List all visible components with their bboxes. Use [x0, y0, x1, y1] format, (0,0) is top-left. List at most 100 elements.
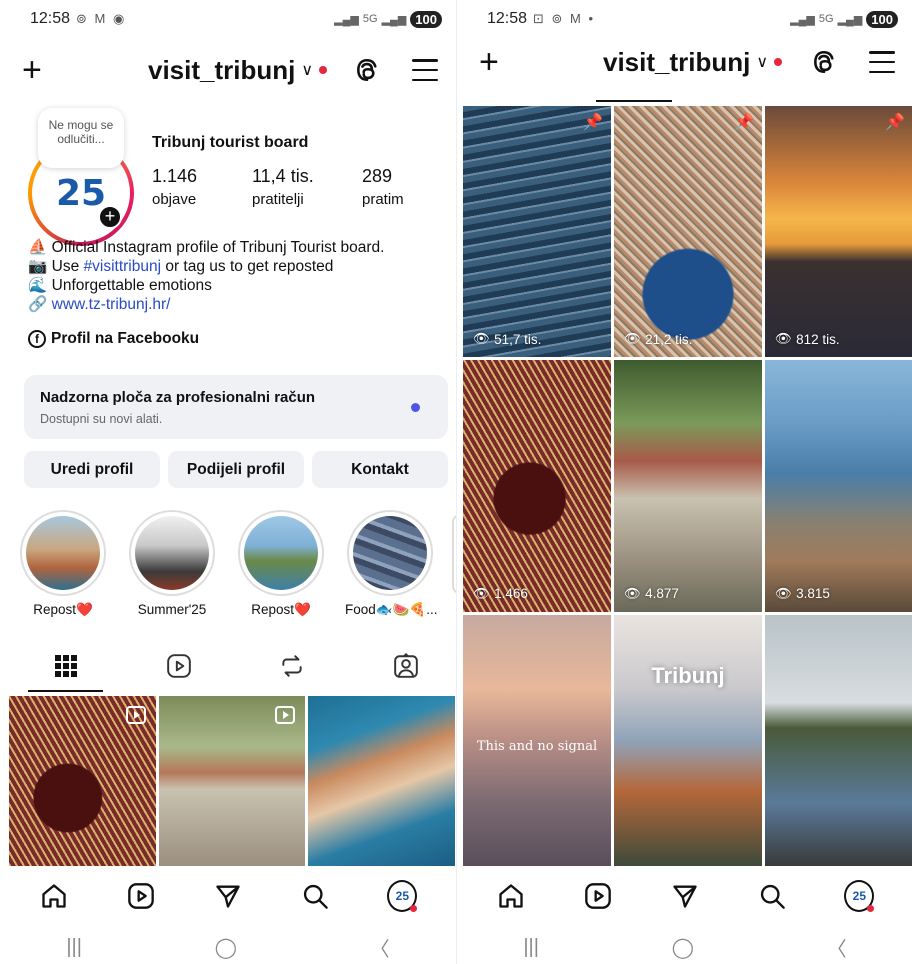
dashboard-new-dot — [411, 403, 420, 412]
grid-post[interactable]: 👁 4.877 — [614, 360, 762, 612]
bio-hashtag[interactable]: #visittribunj — [84, 258, 162, 275]
wave-emoji-icon: 🌊 — [28, 277, 48, 294]
notification-dot — [774, 58, 783, 66]
reels-nav-tab[interactable] — [126, 881, 156, 911]
account-switcher[interactable]: visit_tribunj ∨ — [603, 46, 783, 78]
reels-nav-tab[interactable] — [583, 881, 613, 911]
bio-line-2-pre: Use — [51, 258, 84, 275]
followers-count: 11,4 tis. — [252, 166, 314, 186]
search-icon — [761, 884, 785, 909]
bottom-navigation: 25 — [0, 868, 456, 924]
highlight-cover — [26, 516, 100, 590]
profile-header: + visit_tribunj ∨ — [457, 40, 912, 84]
bio-line-3: Unforgettable emotions — [51, 277, 212, 294]
eye-icon: 👁 — [473, 331, 491, 347]
posts-grid: 📌 👁 51,7 tis. 📌 👁 21,2 tis. 📌 👁 812 tis. 👁 1… — [463, 106, 912, 866]
reels-nav-icon — [584, 883, 611, 909]
grid-post[interactable]: 📌 👁 51,7 tis. — [463, 106, 611, 358]
tab-grid[interactable] — [52, 652, 80, 680]
grid-post[interactable]: 👁 3.815 — [765, 360, 912, 612]
following-stat[interactable]: 289 pratim — [362, 166, 432, 208]
dashboard-title: Nadzorna ploča za profesionalni račun — [40, 389, 316, 406]
tab-reposts[interactable] — [278, 652, 306, 680]
recents-icon[interactable]: ||| — [66, 936, 82, 959]
direct-messages-tab[interactable] — [670, 881, 700, 911]
bio-line-1: Official Instagram profile of Tribunj To… — [51, 239, 385, 256]
tab-reels[interactable] — [165, 652, 193, 680]
reel-badge-icon — [125, 706, 146, 724]
status-bar: 12:58 ⊡ ⊚ M • ▂▄▆ 5G ▂▄▆ 100 — [457, 0, 912, 38]
grid-post[interactable]: This and no signal — [463, 614, 611, 866]
home-circle-icon[interactable]: ◯ — [215, 935, 237, 960]
notification-icons: ⊡ ⊚ M • — [533, 11, 596, 26]
hamburger-menu-icon[interactable] — [869, 51, 895, 73]
grid-post[interactable]: 👁 1.466 — [463, 360, 611, 612]
view-count: 👁 51,7 tis. — [473, 331, 541, 347]
share-profile-button[interactable]: Podijeli profil — [168, 451, 304, 488]
signal-icon-2: ▂▄▆ — [837, 13, 863, 26]
bottom-navigation: 25 — [457, 868, 912, 924]
search-tab[interactable] — [757, 881, 787, 911]
story-highlight[interactable]: Food🐟🍉🍕... — [345, 510, 437, 618]
eye-icon: 👁 — [775, 331, 793, 347]
post-thumbnail[interactable] — [308, 696, 456, 866]
tab-tagged[interactable] — [392, 652, 420, 680]
bio-website-link[interactable]: www.tz-tribunj.hr/ — [52, 296, 171, 313]
home-tab[interactable] — [496, 881, 526, 911]
back-icon[interactable]: 〈 — [827, 933, 847, 962]
profile-bio: ⛵ Official Instagram profile of Tribunj … — [28, 238, 384, 314]
grid-post[interactable]: 📌 👁 21,2 tis. — [614, 106, 762, 358]
story-highlight[interactable]: Repost❤️ — [236, 510, 326, 618]
facebook-profile-link[interactable]: f Profil na Facebooku — [28, 330, 199, 348]
eye-icon: 👁 — [473, 585, 491, 601]
create-plus-icon[interactable]: + — [22, 53, 42, 87]
story-highlight[interactable]: Repost❤️ — [18, 510, 108, 618]
status-time: 12:58 — [30, 10, 71, 27]
highlight-cover — [135, 516, 209, 590]
post-thumbnail[interactable] — [158, 696, 306, 866]
story-highlight[interactable]: Summer'25 — [127, 510, 217, 617]
system-navigation: ||| ◯ 〈 — [457, 930, 912, 964]
account-switcher[interactable]: visit_tribunj ∨ — [148, 55, 328, 86]
grid-icon — [55, 655, 77, 677]
create-plus-icon[interactable]: + — [479, 45, 499, 79]
profile-header: + visit_tribunj ∨ — [0, 48, 456, 92]
profile-tab[interactable]: 25 — [387, 880, 418, 912]
posts-label: objave — [152, 191, 197, 208]
network-type: 5G — [818, 13, 834, 25]
add-story-icon[interactable]: + — [98, 205, 122, 229]
recents-icon[interactable]: ||| — [523, 936, 539, 959]
followers-stat[interactable]: 11,4 tis. pratitelji — [252, 166, 352, 208]
post-thumbnail[interactable] — [9, 696, 156, 866]
status-time: 12:58 — [487, 10, 528, 27]
threads-icon[interactable] — [354, 57, 380, 83]
contact-button[interactable]: Kontakt — [312, 451, 448, 488]
professional-dashboard-card[interactable]: Nadzorna ploča za profesionalni račun Do… — [24, 375, 448, 439]
home-circle-icon[interactable]: ◯ — [672, 935, 694, 960]
username: visit_tribunj — [603, 46, 751, 77]
send-icon — [216, 885, 240, 908]
direct-messages-tab[interactable] — [213, 881, 243, 911]
hamburger-menu-icon[interactable] — [412, 59, 438, 81]
search-tab[interactable] — [300, 881, 330, 911]
threads-icon[interactable] — [811, 49, 837, 75]
home-tab[interactable] — [39, 881, 69, 911]
grid-post[interactable] — [765, 614, 912, 866]
eye-icon: 👁 — [775, 585, 793, 601]
edit-profile-button[interactable]: Uredi profil — [24, 451, 160, 488]
notification-dot — [319, 66, 328, 74]
signal-icon-2: ▂▄▆ — [381, 13, 407, 26]
posts-grid-preview — [9, 696, 456, 866]
followers-label: pratitelji — [252, 191, 304, 208]
profile-avatar-icon: 25 — [387, 880, 418, 912]
note-bubble[interactable]: Ne mogu se odlučiti... — [38, 108, 124, 168]
back-icon[interactable]: 〈 — [370, 933, 390, 962]
grid-post[interactable]: Tribunj — [614, 614, 762, 866]
profile-tabs — [0, 648, 456, 692]
profile-tab[interactable]: 25 — [844, 880, 875, 912]
posts-stat[interactable]: 1.146 objave — [152, 166, 252, 208]
send-icon — [673, 885, 697, 908]
view-count: 👁 4.877 — [624, 586, 679, 602]
grid-post[interactable]: 📌 👁 812 tis. — [765, 106, 912, 358]
following-count: 289 — [362, 166, 393, 186]
